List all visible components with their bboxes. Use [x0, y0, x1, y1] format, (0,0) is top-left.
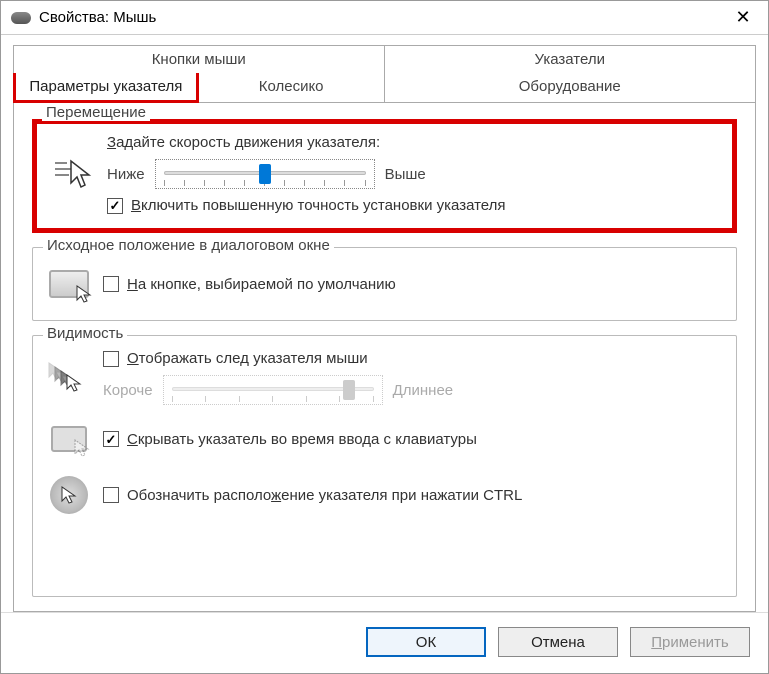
- enhance-precision-label: Включить повышенную точность установки у…: [131, 197, 506, 214]
- window-title: Свойства: Мышь: [39, 9, 156, 26]
- trails-label: Отображать след указателя мыши: [127, 350, 368, 367]
- motion-group-label: Перемещение: [42, 104, 150, 121]
- speed-faster-label: Выше: [385, 166, 426, 183]
- trails-icon: [47, 361, 91, 395]
- trails-checkbox[interactable]: [103, 351, 119, 367]
- trail-long-label: Длиннее: [393, 382, 454, 399]
- hide-typing-icon: [47, 417, 91, 461]
- tab-strip: Кнопки мыши Указатели Параметры указател…: [13, 45, 756, 103]
- titlebar[interactable]: Свойства: Мышь ✕: [1, 1, 768, 35]
- locate-ctrl-checkbox[interactable]: [103, 487, 119, 503]
- snap-icon: [47, 262, 91, 306]
- trail-short-label: Короче: [103, 382, 153, 399]
- locate-ctrl-icon: [47, 473, 91, 517]
- pointer-options-panel: Перемещение: [13, 103, 756, 612]
- snap-group: Исходное положение в диалоговом окне На …: [32, 247, 737, 321]
- tab-pointer-options[interactable]: Параметры указателя: [13, 73, 199, 103]
- trail-length-thumb: [343, 380, 355, 400]
- locate-ctrl-label: Обозначить расположение указателя при на…: [127, 487, 522, 504]
- snap-default-checkbox[interactable]: [103, 276, 119, 292]
- tab-wheel[interactable]: Колесико: [199, 73, 385, 103]
- enhance-precision-checkbox[interactable]: [107, 198, 123, 214]
- visibility-group-label: Видимость: [43, 325, 127, 342]
- close-button[interactable]: ✕: [728, 7, 758, 28]
- tab-buttons[interactable]: Кнопки мыши: [13, 45, 385, 73]
- tab-pointers[interactable]: Указатели: [385, 45, 757, 73]
- snap-group-label: Исходное положение в диалоговом окне: [43, 237, 334, 254]
- mouse-icon: [11, 12, 31, 24]
- hide-typing-checkbox[interactable]: [103, 431, 119, 447]
- pointer-speed-icon: [51, 152, 95, 196]
- pointer-speed-thumb[interactable]: [259, 164, 271, 184]
- cancel-button[interactable]: Отмена: [498, 627, 618, 657]
- motion-highlight: Задайте скорость движения указателя: Ниж…: [32, 119, 737, 233]
- trail-length-slider: [163, 375, 383, 405]
- dialog-button-bar: ОК Отмена Применить: [1, 612, 768, 673]
- speed-slower-label: Ниже: [107, 166, 145, 183]
- visibility-group: Видимость Отображать след ука: [32, 335, 737, 597]
- ok-button[interactable]: ОК: [366, 627, 486, 657]
- mouse-properties-dialog: Свойства: Мышь ✕ Кнопки мыши Указатели П…: [0, 0, 769, 674]
- motion-heading: Задайте скорость движения указателя:: [107, 134, 718, 151]
- apply-button[interactable]: Применить: [630, 627, 750, 657]
- tab-hardware[interactable]: Оборудование: [385, 73, 757, 103]
- snap-default-label: На кнопке, выбираемой по умолчанию: [127, 276, 396, 293]
- pointer-speed-slider[interactable]: [155, 159, 375, 189]
- hide-typing-label: Скрывать указатель во время ввода с клав…: [127, 431, 477, 448]
